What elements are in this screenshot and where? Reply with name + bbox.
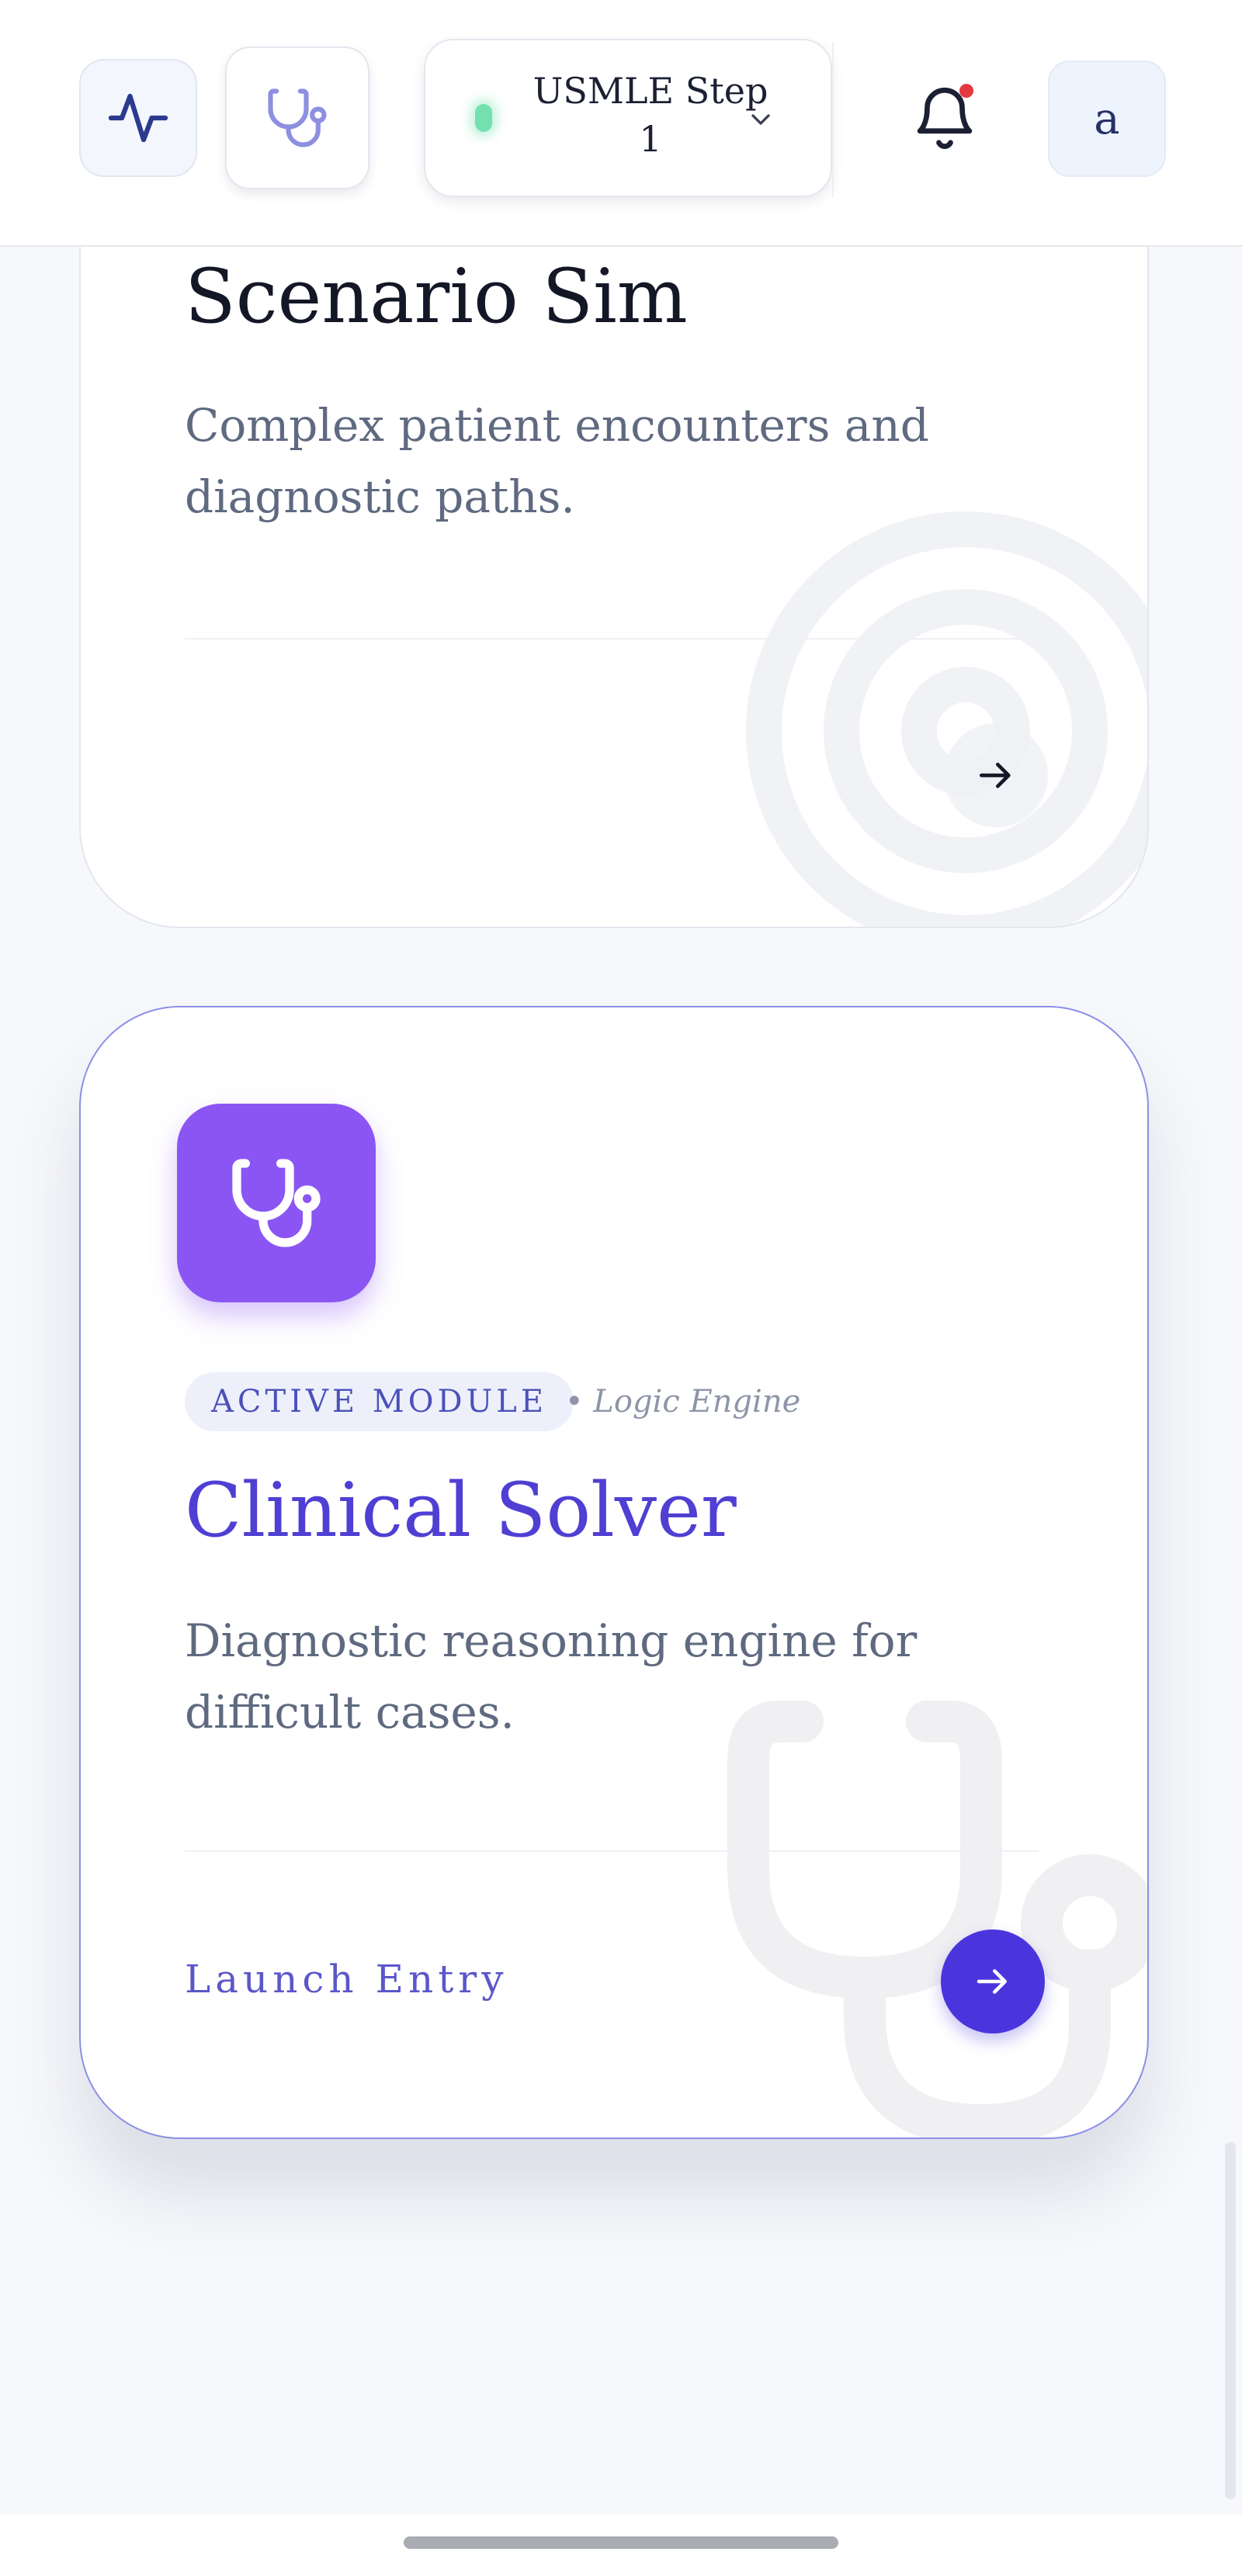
notification-badge (959, 84, 973, 98)
status-dot (475, 104, 492, 132)
exam-selector-dropdown[interactable]: USMLE Step 1 (424, 39, 832, 197)
clinical-solver-card[interactable]: ACTIVE MODULE • Logic Engine Clinical So… (79, 1006, 1149, 2139)
divider (185, 638, 1039, 640)
card-title: Clinical Solver (185, 1467, 737, 1554)
divider (185, 1850, 1039, 1852)
module-icon-tile (177, 1104, 376, 1302)
card-description: Complex patient encounters and diagnosti… (185, 399, 929, 523)
clinical-tools-button[interactable] (225, 47, 369, 189)
status-badge: ACTIVE MODULE (185, 1372, 574, 1431)
home-indicator[interactable] (404, 2536, 838, 2549)
arrow-right-icon (977, 1969, 1007, 1994)
activity-button[interactable] (79, 59, 197, 177)
header-divider (832, 42, 834, 197)
module-engine-label: • Logic Engine (565, 1384, 801, 1420)
target-icon (746, 511, 1147, 927)
arrow-right-icon (980, 762, 1011, 789)
card-description: Diagnostic reasoning engine for difficul… (185, 1614, 918, 1739)
notifications-button[interactable] (910, 78, 980, 155)
exam-selector-label: USMLE Step 1 (533, 70, 768, 160)
launch-entry-button[interactable] (941, 1929, 1045, 2033)
stethoscope-icon (232, 1159, 321, 1247)
stethoscope-icon (268, 88, 327, 147)
stethoscope-watermark-icon (727, 1701, 1147, 2137)
card-title: Scenario Sim (185, 253, 688, 340)
scrollbar[interactable] (1225, 2142, 1236, 2499)
top-app-bar: USMLE Step 1 a (0, 0, 1242, 247)
avatar[interactable]: a (1048, 61, 1166, 177)
launch-entry-link[interactable]: Launch Entry (185, 1948, 508, 2010)
chevron-down-icon (751, 114, 770, 125)
open-scenario-sim-button[interactable] (944, 723, 1048, 827)
pulse-icon (108, 93, 168, 143)
